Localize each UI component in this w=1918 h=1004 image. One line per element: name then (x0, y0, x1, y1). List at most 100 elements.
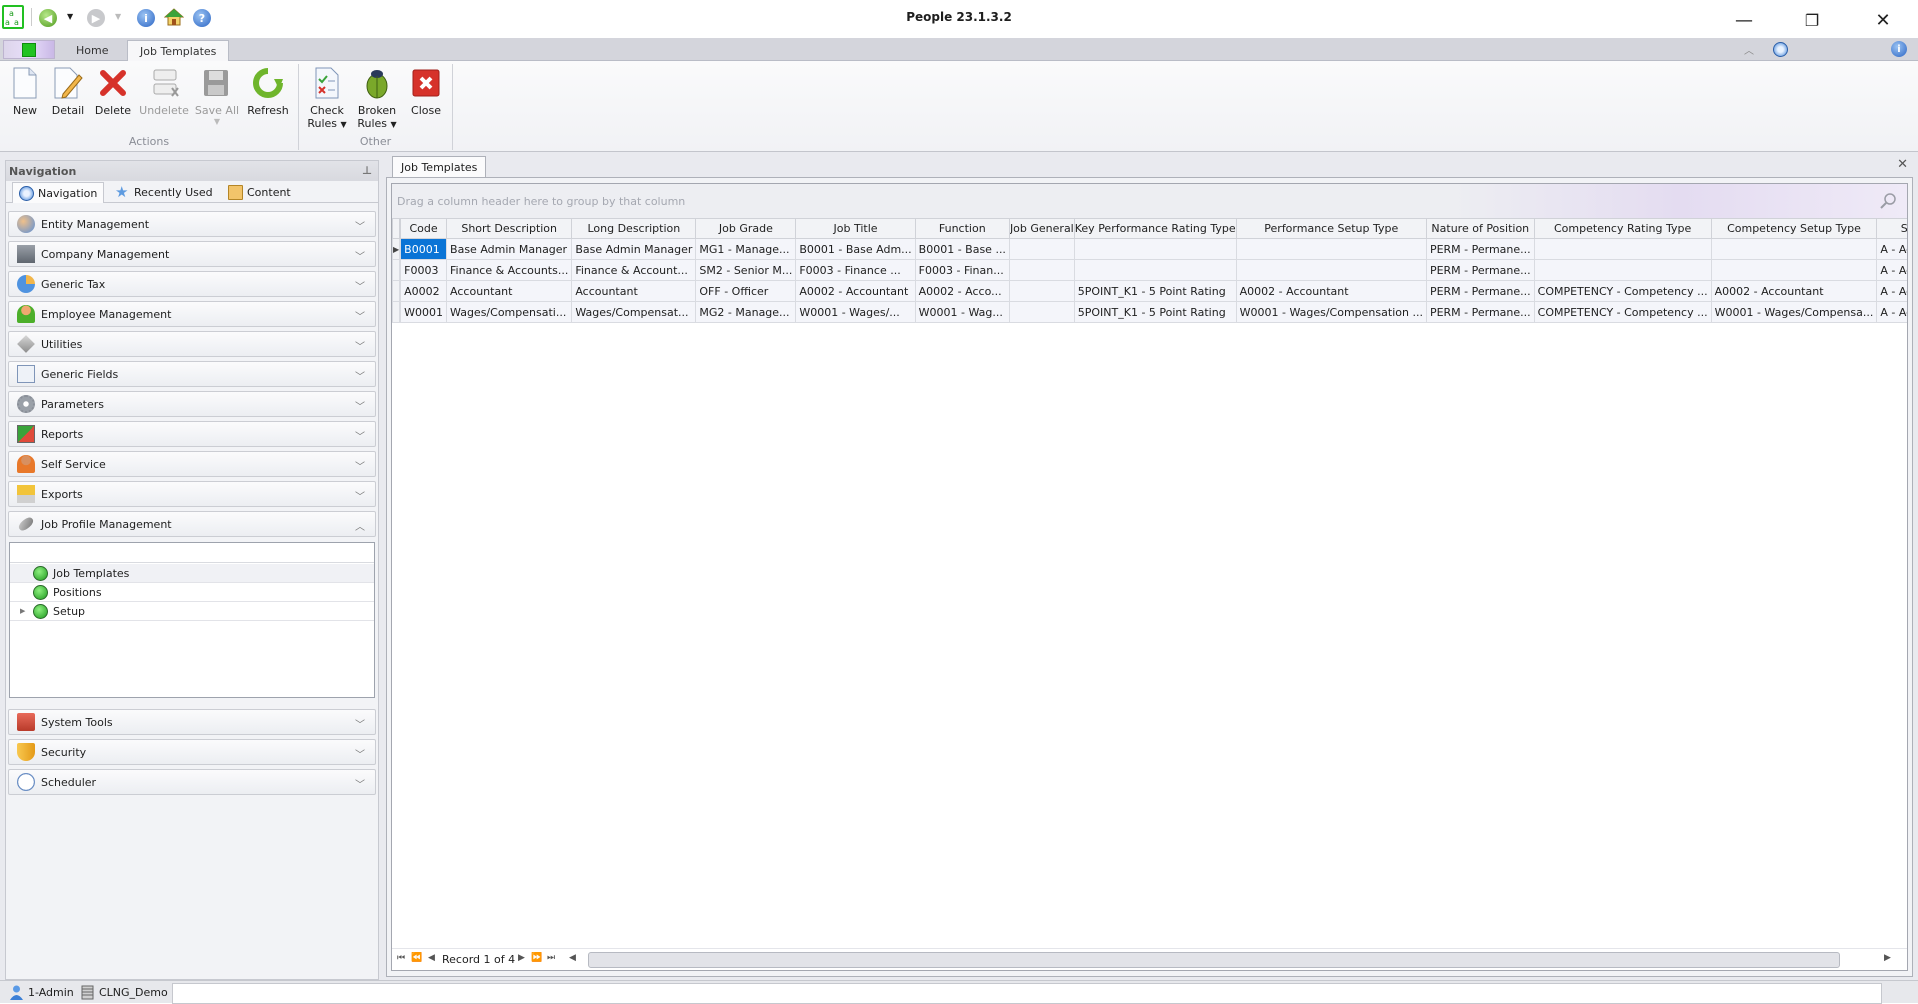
cell-long-description[interactable]: Base Admin Manager (571, 238, 697, 260)
cell-short-description[interactable]: Base Admin Manager (446, 238, 573, 260)
cell-job-title[interactable]: B0001 - Base Adm... (795, 238, 916, 260)
column-header-status[interactable]: Status (1876, 218, 1907, 239)
nav-group-company-management[interactable]: Company Management ﹀ (8, 241, 376, 267)
next-page-icon[interactable]: ⏩ (531, 953, 542, 963)
restore-button[interactable]: ❐ (1789, 6, 1835, 34)
undelete-button[interactable]: Undelete (139, 64, 189, 130)
tab-home[interactable]: Home (64, 40, 120, 61)
cell-job-grade[interactable]: MG2 - Manage... (695, 301, 797, 323)
chevron-down-icon[interactable]: ﹀ (355, 458, 365, 473)
column-header-job-title[interactable]: Job Title (795, 218, 916, 239)
previous-page-icon[interactable]: ⏪ (411, 953, 422, 963)
column-header-code[interactable]: Code (400, 218, 448, 239)
last-record-icon[interactable]: ⏭ (547, 953, 555, 963)
detail-button[interactable]: Detail (43, 64, 93, 130)
cell-job-grade[interactable]: SM2 - Senior M... (695, 259, 797, 281)
file-menu-button[interactable] (3, 40, 55, 59)
cell-long-description[interactable]: Finance & Account... (571, 259, 697, 281)
column-header-nature-of-position[interactable]: Nature of Position (1425, 218, 1535, 239)
cell-function[interactable]: W0001 - Wag... (914, 301, 1010, 323)
cell-status[interactable]: A - Active (1876, 259, 1907, 281)
cell-long-description[interactable]: Wages/Compensat... (571, 301, 697, 323)
chevron-down-icon[interactable]: ﹀ (355, 278, 365, 293)
chevron-down-icon[interactable]: ﹀ (355, 218, 365, 233)
column-header-performance-setup-type[interactable]: Performance Setup Type (1235, 218, 1427, 239)
cell-competency-rating-type[interactable] (1533, 259, 1712, 281)
nav-group-entity-management[interactable]: Entity Management ﹀ (8, 211, 376, 237)
nav-group-self-service[interactable]: Self Service ﹀ (8, 451, 376, 477)
document-tab-job-templates[interactable]: Job Templates (392, 156, 487, 178)
chevron-up-icon[interactable]: ︿ (355, 518, 365, 533)
chevron-down-icon[interactable]: ﹀ (355, 488, 365, 503)
nav-group-exports[interactable]: Exports ﹀ (8, 481, 376, 507)
column-header-job-grade[interactable]: Job Grade (695, 218, 797, 239)
cell-competency-rating-type[interactable] (1533, 238, 1712, 260)
cell-job-grade[interactable]: OFF - Officer (695, 280, 797, 302)
cell-key-performance-rating-type[interactable]: 5POINT_K1 - 5 Point Rating (1073, 301, 1237, 323)
chevron-down-icon[interactable]: ﹀ (355, 428, 365, 443)
cell-competency-setup-type[interactable] (1710, 238, 1878, 260)
about-icon[interactable]: i (1891, 41, 1907, 57)
minimize-button[interactable]: — (1721, 6, 1767, 34)
cell-key-performance-rating-type[interactable] (1073, 259, 1237, 281)
cell-job-general[interactable] (1008, 280, 1075, 302)
nav-group-reports[interactable]: Reports ﹀ (8, 421, 376, 447)
cell-long-description[interactable]: Accountant (571, 280, 697, 302)
cell-key-performance-rating-type[interactable] (1073, 238, 1237, 260)
cell-competency-setup-type[interactable]: W0001 - Wages/Compensa... (1710, 301, 1878, 323)
nav-group-employee-management[interactable]: Employee Management ﹀ (8, 301, 376, 327)
table-row[interactable]: F0003 Finance & Accounts... Finance & Acco… (392, 259, 1907, 281)
cell-job-title[interactable]: F0003 - Finance ... (795, 259, 916, 281)
current-row-indicator-icon[interactable]: ▶ (392, 238, 401, 260)
cell-nature-of-position[interactable]: PERM - Permane... (1425, 238, 1535, 260)
nav-group-job-profile-management[interactable]: Job Profile Management ︿ (8, 511, 376, 537)
tree-item-setup[interactable]: ▶ Setup (10, 602, 374, 621)
nav-group-utilities[interactable]: Utilities ﹀ (8, 331, 376, 357)
tab-navigation[interactable]: Navigation (12, 182, 105, 203)
cell-short-description[interactable]: Finance & Accounts... (446, 259, 573, 281)
collapse-ribbon-icon[interactable]: ︿ (1744, 42, 1754, 57)
cell-competency-rating-type[interactable]: COMPETENCY - Competency ... (1533, 301, 1712, 323)
cell-code[interactable]: A0002 (400, 280, 448, 302)
cell-code[interactable]: B0001 (400, 238, 448, 260)
table-row[interactable]: A0002 Accountant Accountant OFF - Officer A0… (392, 280, 1907, 302)
cell-performance-setup-type[interactable]: W0001 - Wages/Compensation ... (1235, 301, 1427, 323)
tab-job-templates[interactable]: Job Templates (127, 40, 230, 61)
cell-short-description[interactable]: Wages/Compensati... (446, 301, 573, 323)
group-by-panel[interactable]: Drag a column header here to group by th… (392, 184, 1907, 218)
horizontal-scrollbar[interactable] (588, 952, 1840, 968)
check-rules-button[interactable]: Check Rules ▼ (302, 64, 352, 130)
column-header-function[interactable]: Function (914, 218, 1010, 239)
cell-short-description[interactable]: Accountant (446, 280, 573, 302)
close-document-icon[interactable]: ✕ (1897, 157, 1908, 172)
cell-job-title[interactable]: A0002 - Accountant (795, 280, 916, 302)
delete-button[interactable]: Delete (88, 64, 138, 130)
column-header-key-performance-rating-type[interactable]: Key Performance Rating Type (1073, 218, 1237, 239)
cell-nature-of-position[interactable]: PERM - Permane... (1425, 280, 1535, 302)
tree-filter-row[interactable] (10, 543, 374, 563)
row-indicator[interactable] (392, 280, 401, 302)
chevron-down-icon[interactable]: ﹀ (355, 248, 365, 263)
cell-function[interactable]: A0002 - Acco... (914, 280, 1010, 302)
cell-key-performance-rating-type[interactable]: 5POINT_K1 - 5 Point Rating (1073, 280, 1237, 302)
cell-code[interactable]: F0003 (400, 259, 448, 281)
cell-job-general[interactable] (1008, 301, 1075, 323)
tree-item-positions[interactable]: Positions (10, 583, 374, 602)
chevron-down-icon[interactable]: ﹀ (355, 716, 365, 731)
scroll-left-icon[interactable]: ◀ (569, 953, 576, 963)
cell-competency-rating-type[interactable]: COMPETENCY - Competency ... (1533, 280, 1712, 302)
row-indicator[interactable] (392, 301, 401, 323)
close-button[interactable]: Close (401, 64, 451, 130)
cell-nature-of-position[interactable]: PERM - Permane... (1425, 259, 1535, 281)
nav-group-parameters[interactable]: Parameters ﹀ (8, 391, 376, 417)
refresh-button[interactable]: Refresh (243, 64, 293, 130)
column-header-long-description[interactable]: Long Description (571, 218, 697, 239)
cell-nature-of-position[interactable]: PERM - Permane... (1425, 301, 1535, 323)
nav-group-generic-tax[interactable]: Generic Tax ﹀ (8, 271, 376, 297)
chevron-down-icon[interactable]: ﹀ (355, 308, 365, 323)
cell-code[interactable]: W0001 (400, 301, 448, 323)
cell-job-general[interactable] (1008, 259, 1075, 281)
cell-job-general[interactable] (1008, 238, 1075, 260)
column-header-competency-rating-type[interactable]: Competency Rating Type (1533, 218, 1712, 239)
pin-icon[interactable]: ⊥ (362, 164, 372, 177)
